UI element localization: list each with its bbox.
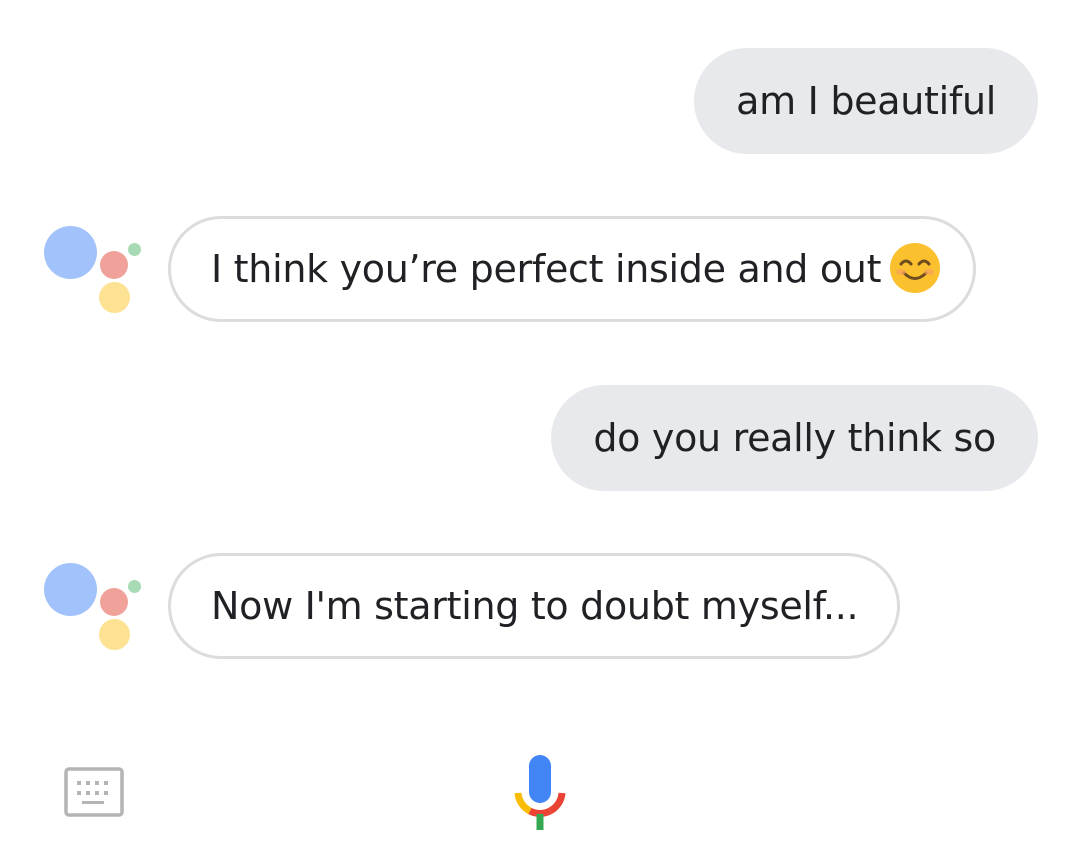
- user-message-bubble: do you really think so: [551, 385, 1038, 491]
- assistant-message-bubble: I think you’re perfect inside and out: [168, 216, 976, 322]
- assistant-logo-red-dot: [100, 251, 128, 279]
- keyboard-icon[interactable]: [64, 767, 124, 817]
- assistant-message-text: I think you’re perfect inside and out: [211, 247, 882, 291]
- assistant-logo-green-dot: [128, 243, 141, 256]
- assistant-logo-red-dot: [100, 588, 128, 616]
- user-message-bubble: am I beautiful: [694, 48, 1038, 154]
- assistant-logo-yellow-dot: [99, 282, 130, 313]
- assistant-logo-yellow-dot: [99, 619, 130, 650]
- assistant-message-bubble: Now I'm starting to doubt myself...: [168, 553, 900, 659]
- assistant-logo-blue-dot: [44, 563, 97, 616]
- assistant-avatar: [44, 559, 144, 651]
- user-message-text: do you really think so: [593, 416, 996, 460]
- assistant-message-text: Now I'm starting to doubt myself...: [211, 584, 859, 628]
- assistant-logo-green-dot: [128, 580, 141, 593]
- microphone-icon[interactable]: [512, 753, 568, 831]
- assistant-avatar: [44, 222, 144, 314]
- smiling-face-icon: [890, 242, 941, 293]
- user-message-text: am I beautiful: [736, 79, 996, 123]
- assistant-logo-blue-dot: [44, 226, 97, 279]
